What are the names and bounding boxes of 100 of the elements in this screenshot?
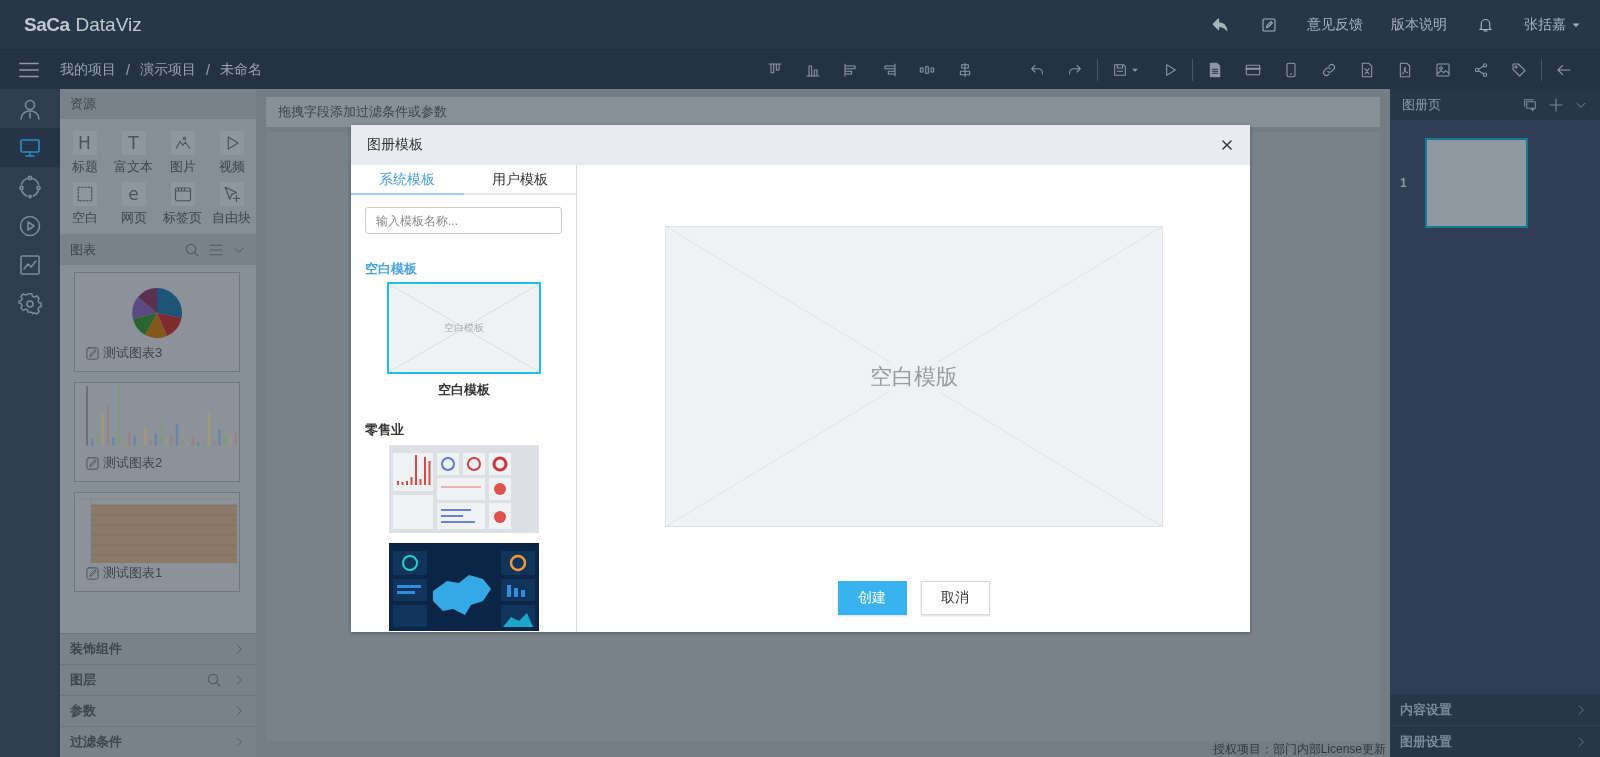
chart-name: 测试图表2 — [103, 454, 163, 472]
accordion-row[interactable]: 参数 — [60, 695, 256, 726]
cursor-plus-icon — [219, 182, 244, 206]
play-icon — [18, 213, 42, 238]
resource-item[interactable]: H 标题 — [60, 131, 109, 176]
copy-add-icon[interactable] — [1522, 96, 1538, 113]
axis-line — [86, 385, 88, 446]
edit-icon — [85, 565, 100, 581]
resource-item[interactable]: 标签页 — [158, 182, 207, 227]
resource-item[interactable]: 空白 — [60, 182, 109, 227]
breadcrumb-link[interactable]: 未命名 — [219, 60, 262, 79]
accordion-label: 参数 — [70, 702, 96, 720]
reply-icon[interactable] — [1211, 15, 1229, 34]
resource-label: 自由块 — [212, 209, 251, 227]
panel-title: 资源 — [70, 95, 96, 113]
breadcrumb-link[interactable]: 演示项目 — [139, 60, 196, 79]
template-thumbnail[interactable]: 空白模板 — [386, 282, 541, 374]
chart-name: 测试图表1 — [103, 564, 163, 582]
accordion-row[interactable]: 图层 — [60, 664, 256, 695]
edit-icon[interactable] — [1261, 16, 1277, 33]
resource-item[interactable]: 视频 — [207, 131, 256, 176]
chart-bar — [112, 437, 115, 446]
chart-bar — [165, 438, 168, 446]
accordion-label: 装饰组件 — [70, 640, 122, 658]
excel-file-icon[interactable] — [1359, 61, 1375, 78]
search-field[interactable]: 输入模板名称... — [365, 207, 562, 234]
web-icon: e — [121, 182, 146, 206]
tab[interactable]: 系统模板 — [351, 165, 464, 195]
header-link[interactable]: 版本说明 — [1391, 15, 1447, 34]
license-text: 授权项目：部门内部License更新 — [1211, 741, 1386, 757]
resource-label: 空白 — [71, 209, 98, 227]
settings-label: 内容设置 — [1400, 700, 1452, 719]
chart-card[interactable]: 测试图表1 — [74, 492, 240, 592]
panel-title: 图表 — [70, 240, 96, 259]
accordion-label: 图层 — [70, 671, 96, 689]
chart-bar — [154, 433, 157, 446]
filter-drop-zone[interactable]: 拖拽字段添加过滤条件或参数 — [266, 97, 1380, 127]
create-button[interactable]: 创建 — [837, 581, 907, 615]
breadcrumb-link[interactable]: 我的项目 — [60, 60, 116, 79]
resource-label: 标题 — [71, 158, 98, 176]
chart-bar — [207, 413, 210, 446]
page-number: 1 — [1400, 176, 1407, 190]
page-thumbnail[interactable] — [1424, 138, 1528, 228]
line-chart-icon — [18, 252, 42, 277]
settings-row[interactable]: 内容设置 — [1390, 693, 1600, 725]
plus-icon[interactable] — [1548, 96, 1564, 113]
chart-bar — [122, 440, 126, 446]
accordion-row[interactable]: 装饰组件 — [60, 633, 256, 664]
user-menu[interactable]: 张括嘉 — [1524, 15, 1582, 34]
distribute-vertical-icon[interactable] — [957, 61, 973, 78]
accordion-label: 过滤条件 — [70, 733, 122, 751]
resource-item[interactable]: T 富文本 — [109, 131, 158, 176]
heading-icon: H — [72, 131, 97, 155]
template-preview: 空白模版 — [664, 226, 1163, 527]
document-icon[interactable] — [1207, 61, 1223, 78]
resource-label: 图片 — [169, 158, 196, 176]
logo: SaCa DataViz — [24, 13, 142, 36]
edit-icon — [85, 345, 100, 361]
breadcrumb-separator: / — [126, 61, 130, 78]
play-icon — [219, 131, 244, 155]
image-icon[interactable] — [1435, 61, 1451, 78]
chart-bar — [186, 441, 189, 446]
resource-label: 网页 — [120, 209, 147, 227]
chart-card[interactable]: 测试图表3 — [74, 272, 240, 372]
resource-item[interactable]: 图片 — [158, 131, 207, 176]
cancel-button[interactable]: 取消 — [920, 581, 990, 615]
tag-icon[interactable] — [1511, 61, 1527, 78]
close-icon[interactable] — [1220, 138, 1234, 152]
cycle-icon — [18, 174, 42, 199]
section-title: 零售业 — [365, 421, 405, 439]
section-title: 空白模板 — [365, 260, 418, 278]
settings-label: 图册设置 — [1400, 732, 1452, 751]
save-menu[interactable] — [1112, 61, 1140, 78]
accordion-row[interactable]: 过滤条件 — [60, 726, 256, 757]
share-icon[interactable] — [1473, 61, 1489, 78]
dialog-title: 图册模板 — [367, 136, 423, 154]
chart-bar — [133, 435, 136, 446]
breadcrumb-separator: / — [205, 61, 210, 78]
settings-icon — [18, 291, 42, 316]
align-right-icon[interactable] — [881, 61, 897, 78]
pie-chart-drawing — [132, 288, 182, 339]
chart-bar — [175, 424, 179, 446]
align-left-icon[interactable] — [843, 61, 859, 78]
panel-title: 图册页 — [1402, 95, 1441, 114]
chart-bar — [197, 442, 200, 446]
chart-card[interactable]: 测试图表2 — [74, 382, 240, 482]
bell-icon[interactable] — [1477, 16, 1494, 33]
rail-item[interactable] — [0, 128, 60, 167]
phone-icon[interactable] — [1283, 61, 1299, 78]
resource-item[interactable]: 自由块 — [207, 182, 256, 227]
chart-name: 测试图表3 — [103, 344, 163, 362]
pdf-file-icon[interactable] — [1397, 61, 1413, 78]
settings-row[interactable]: 图册设置 — [1390, 725, 1600, 757]
link-icon[interactable] — [1321, 61, 1337, 78]
tab-page-icon — [170, 182, 195, 206]
resource-item[interactable]: e 网页 — [109, 182, 158, 227]
tab[interactable]: 用户模板 — [463, 165, 576, 195]
resource-label: 富文本 — [114, 158, 153, 176]
dashed-box-icon — [72, 182, 97, 206]
header-link[interactable]: 意见反馈 — [1307, 15, 1363, 34]
